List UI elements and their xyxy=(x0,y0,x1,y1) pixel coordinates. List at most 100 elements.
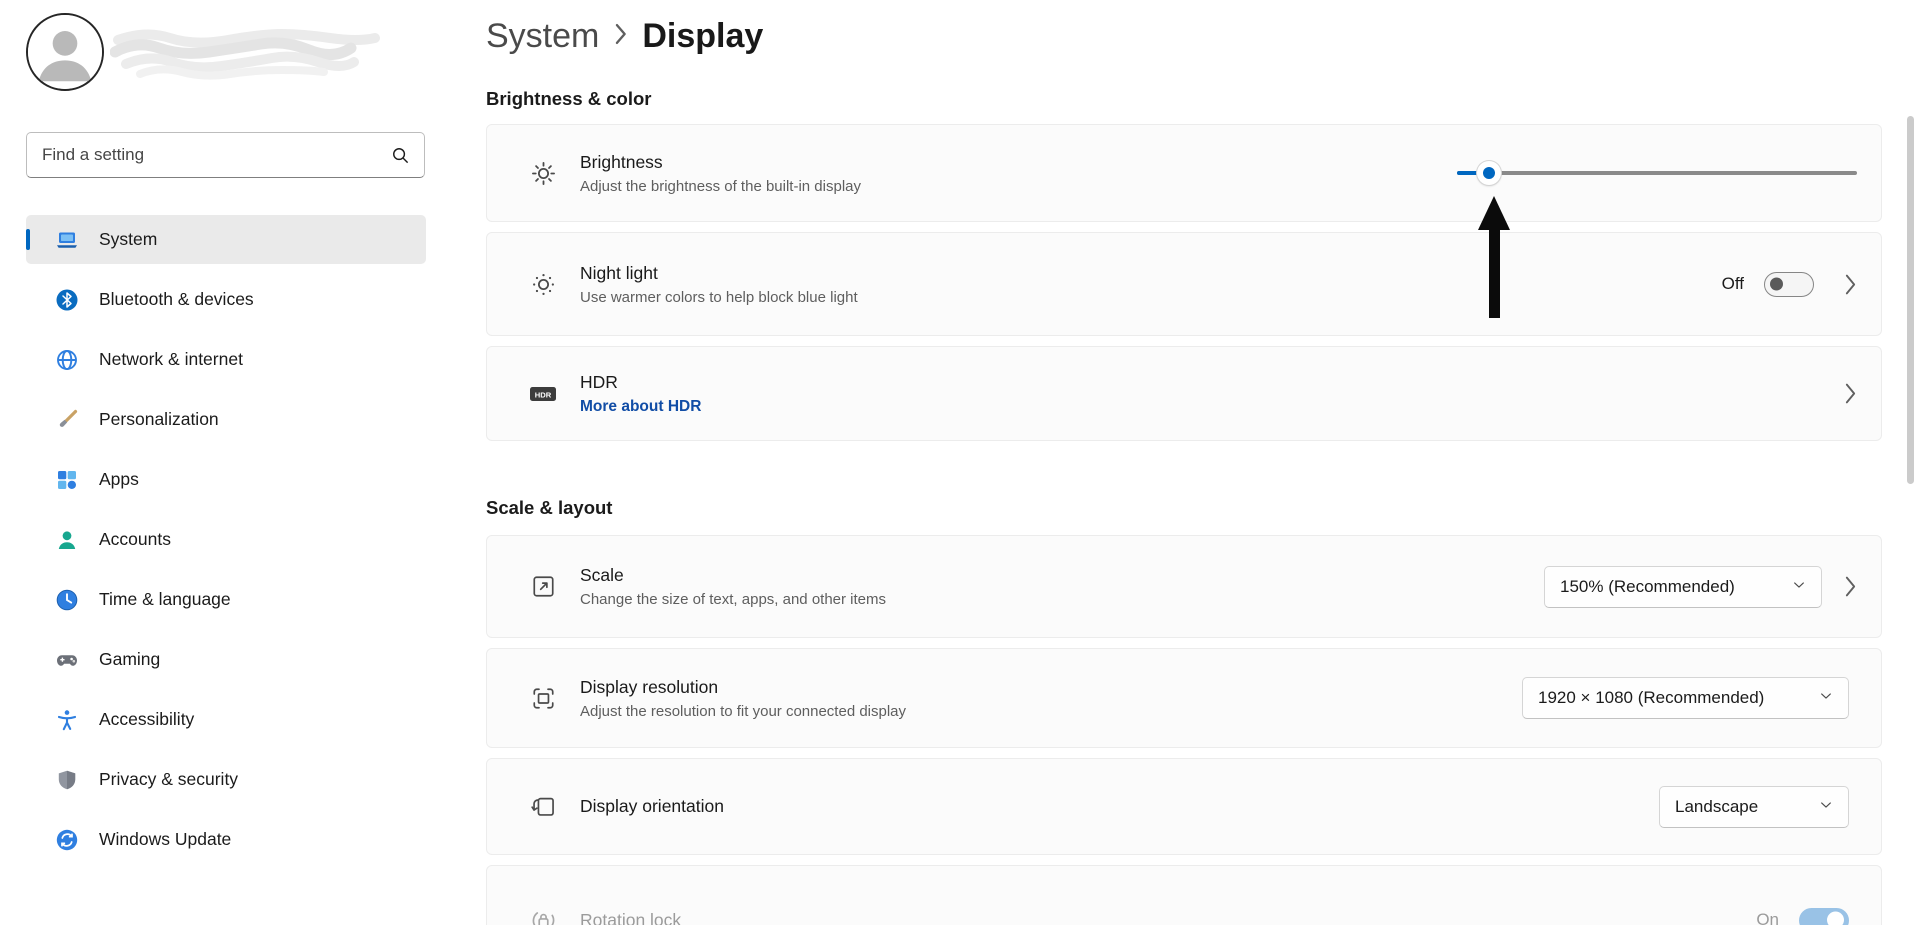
system-icon xyxy=(55,228,79,252)
sidebar-item-time-language[interactable]: Time & language xyxy=(26,575,426,624)
hdr-icon: HDR xyxy=(528,379,558,409)
scale-dropdown[interactable]: 150% (Recommended) xyxy=(1544,566,1822,608)
username-redacted xyxy=(110,24,410,80)
bluetooth-icon xyxy=(55,288,79,312)
display-orientation-dropdown-value: Landscape xyxy=(1675,797,1799,817)
brightness-subtitle: Adjust the brightness of the built-in di… xyxy=(580,178,861,195)
accounts-icon xyxy=(55,528,79,552)
sidebar-item-apps[interactable]: Apps xyxy=(26,455,426,504)
sidebar-item-label: Privacy & security xyxy=(99,769,238,790)
night-light-icon xyxy=(528,269,558,299)
network-icon xyxy=(55,348,79,372)
night-light-subtitle: Use warmer colors to help block blue lig… xyxy=(580,289,858,306)
display-resolution-subtitle: Adjust the resolution to fit your connec… xyxy=(580,703,906,720)
sidebar: System Bluetooth & devices Network & int… xyxy=(0,0,460,925)
sidebar-nav: System Bluetooth & devices Network & int… xyxy=(26,215,460,864)
search-input[interactable] xyxy=(27,145,367,165)
sidebar-item-label: Apps xyxy=(99,469,139,490)
sidebar-item-label: Time & language xyxy=(99,589,231,610)
sidebar-item-accessibility[interactable]: Accessibility xyxy=(26,695,426,744)
rotation-lock-state-label: On xyxy=(1756,910,1779,925)
sidebar-item-label: System xyxy=(99,229,157,250)
night-light-toggle[interactable] xyxy=(1764,272,1814,297)
scale-title: Scale xyxy=(580,565,886,586)
scale-card[interactable]: Scale Change the size of text, apps, and… xyxy=(486,535,1882,638)
display-orientation-dropdown[interactable]: Landscape xyxy=(1659,786,1849,828)
sidebar-item-accounts[interactable]: Accounts xyxy=(26,515,426,564)
display-orientation-icon xyxy=(528,792,558,822)
sidebar-item-label: Accounts xyxy=(99,529,171,550)
rotation-lock-icon xyxy=(528,905,558,925)
privacy-security-icon xyxy=(55,768,79,792)
sidebar-item-label: Windows Update xyxy=(99,829,231,850)
display-resolution-dropdown[interactable]: 1920 × 1080 (Recommended) xyxy=(1522,677,1849,719)
chevron-right-icon xyxy=(1844,273,1857,296)
rotation-lock-card: Rotation lock On xyxy=(486,865,1882,925)
windows-update-icon xyxy=(55,828,79,852)
brightness-icon xyxy=(528,158,558,188)
page-title: Display xyxy=(642,17,763,56)
annotation-arrow-head xyxy=(1478,196,1510,230)
scrollbar[interactable] xyxy=(1907,116,1914,484)
breadcrumb: System Display xyxy=(486,10,1882,62)
hdr-link[interactable]: More about HDR xyxy=(580,398,701,416)
main-content: System Display Brightness & color Bright… xyxy=(486,0,1882,925)
personalization-icon xyxy=(55,408,79,432)
display-orientation-title: Display orientation xyxy=(580,796,724,817)
section-heading-scale-layout: Scale & layout xyxy=(486,497,1882,521)
brightness-slider-track[interactable] xyxy=(1457,171,1857,175)
scale-icon xyxy=(528,572,558,602)
search-box[interactable] xyxy=(26,132,425,178)
toggle-knob xyxy=(1827,912,1844,925)
sidebar-item-system[interactable]: System xyxy=(26,215,426,264)
breadcrumb-separator-icon xyxy=(612,17,629,56)
sidebar-item-label: Network & internet xyxy=(99,349,243,370)
display-resolution-card: Display resolution Adjust the resolution… xyxy=(486,648,1882,748)
hdr-title: HDR xyxy=(580,372,701,393)
brightness-slider[interactable] xyxy=(1457,161,1857,185)
brightness-card: Brightness Adjust the brightness of the … xyxy=(486,124,1882,222)
section-heading-brightness-color: Brightness & color xyxy=(486,88,1882,112)
scale-subtitle: Change the size of text, apps, and other… xyxy=(580,591,886,608)
search-icon[interactable] xyxy=(391,146,410,170)
settings-window: System Bluetooth & devices Network & int… xyxy=(0,0,1920,925)
night-light-state-label: Off xyxy=(1722,274,1744,294)
sidebar-item-network-internet[interactable]: Network & internet xyxy=(26,335,426,384)
chevron-right-icon xyxy=(1844,382,1857,405)
toggle-knob xyxy=(1770,278,1783,291)
hdr-card[interactable]: HDR HDR More about HDR xyxy=(486,346,1882,441)
sidebar-item-label: Accessibility xyxy=(99,709,194,730)
sidebar-item-label: Gaming xyxy=(99,649,160,670)
annotation-arrow xyxy=(1478,196,1510,318)
sidebar-item-personalization[interactable]: Personalization xyxy=(26,395,426,444)
svg-text:HDR: HDR xyxy=(535,390,552,399)
display-orientation-card: Display orientation Landscape xyxy=(486,758,1882,855)
brightness-slider-thumb[interactable] xyxy=(1477,161,1501,185)
time-language-icon xyxy=(55,588,79,612)
sidebar-item-privacy-security[interactable]: Privacy & security xyxy=(26,755,426,804)
chevron-right-icon xyxy=(1844,575,1857,598)
chevron-down-icon xyxy=(1792,577,1806,597)
sidebar-item-label: Bluetooth & devices xyxy=(99,289,254,310)
display-resolution-title: Display resolution xyxy=(580,677,906,698)
display-resolution-dropdown-value: 1920 × 1080 (Recommended) xyxy=(1538,688,1799,708)
rotation-lock-title: Rotation lock xyxy=(580,910,681,925)
avatar xyxy=(26,13,104,91)
night-light-title: Night light xyxy=(580,263,858,284)
chevron-down-icon xyxy=(1819,688,1833,708)
annotation-arrow-shaft xyxy=(1489,230,1500,318)
sidebar-item-windows-update[interactable]: Windows Update xyxy=(26,815,426,864)
gaming-icon xyxy=(55,648,79,672)
sidebar-item-gaming[interactable]: Gaming xyxy=(26,635,426,684)
chevron-down-icon xyxy=(1819,797,1833,817)
sidebar-item-bluetooth-devices[interactable]: Bluetooth & devices xyxy=(26,275,426,324)
rotation-lock-toggle[interactable] xyxy=(1799,908,1849,925)
scale-dropdown-value: 150% (Recommended) xyxy=(1560,577,1772,597)
brightness-title: Brightness xyxy=(580,152,861,173)
user-profile[interactable] xyxy=(26,12,460,92)
night-light-card[interactable]: Night light Use warmer colors to help bl… xyxy=(486,232,1882,336)
accessibility-icon xyxy=(55,708,79,732)
apps-icon xyxy=(55,468,79,492)
breadcrumb-system[interactable]: System xyxy=(486,17,599,56)
sidebar-item-label: Personalization xyxy=(99,409,219,430)
